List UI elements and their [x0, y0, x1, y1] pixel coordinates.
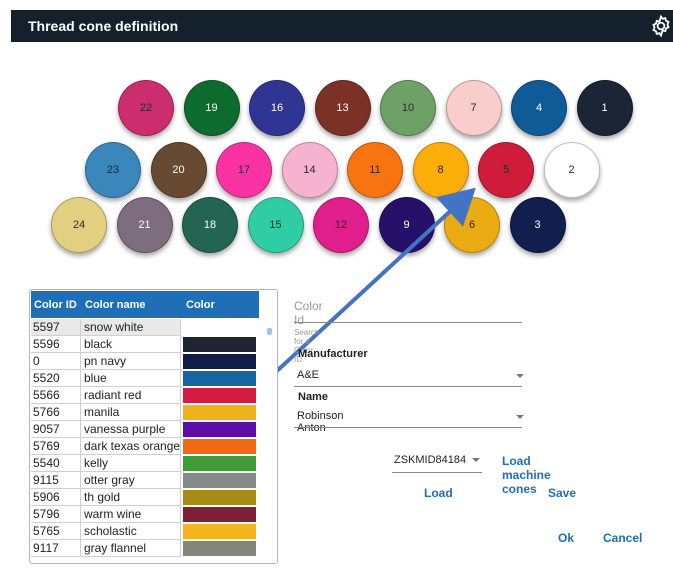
table-row[interactable]: 5566 radiant red: [31, 387, 259, 404]
cell-color-id: 0: [31, 353, 81, 370]
table-row[interactable]: 5769 dark texas orange: [31, 438, 259, 455]
manufacturer-underline: [294, 386, 522, 387]
cell-color-swatch: [183, 541, 256, 556]
manufacturer-label: Manufacturer: [298, 348, 368, 360]
cell-color-name: pn navy: [81, 353, 181, 370]
cell-color-id: 9115: [31, 472, 81, 489]
arrow-line: [251, 187, 476, 395]
name-chevron-down-icon[interactable]: [516, 415, 524, 419]
cell-color-swatch: [183, 354, 256, 369]
cell-color-swatch: [183, 507, 256, 522]
table-row[interactable]: 5766 manila: [31, 404, 259, 421]
cell-color-name: blue: [81, 370, 181, 387]
cell-color-id: 5766: [31, 404, 81, 421]
cell-color-id: 9117: [31, 540, 81, 557]
header-color-name[interactable]: Color name: [85, 299, 146, 311]
header-color-id[interactable]: Color ID: [34, 299, 77, 311]
cell-color-id: 5540: [31, 455, 81, 472]
machine-underline: [392, 472, 482, 473]
cell-color-id: 5597: [31, 319, 81, 336]
cell-color-id: 5906: [31, 489, 81, 506]
cell-color-name: vanessa purple: [81, 421, 181, 438]
cell-color-id: 5596: [31, 336, 81, 353]
table-row[interactable]: 5796 warm wine: [31, 506, 259, 523]
table-header: Color ID Color name Color: [31, 291, 259, 318]
table-row[interactable]: 5540 kelly: [31, 455, 259, 472]
color-table: Color ID Color name Color 5597 snow white…: [29, 289, 278, 564]
cell-color-name: radiant red: [81, 387, 181, 404]
manufacturer-chevron-down-icon[interactable]: [516, 374, 524, 378]
cell-color-name: snow white: [81, 319, 181, 336]
cell-color-name: black: [81, 336, 181, 353]
cell-color-swatch: [183, 337, 256, 352]
scrollbar-thumb[interactable]: [267, 328, 272, 335]
table-row[interactable]: 5596 black: [31, 336, 259, 353]
name-select[interactable]: Robinson Anton: [297, 410, 343, 434]
header-color[interactable]: Color: [186, 299, 215, 311]
cell-color-swatch: [183, 388, 256, 403]
cell-color-id: 5566: [31, 387, 81, 404]
name-label: Name: [298, 391, 328, 403]
cell-color-id: 5520: [31, 370, 81, 387]
cell-color-swatch: [183, 490, 256, 505]
cell-color-id: 9057: [31, 421, 81, 438]
name-underline: [294, 427, 522, 428]
cell-color-swatch: [183, 371, 256, 386]
table-row[interactable]: 5597 snow white: [31, 319, 259, 336]
manufacturer-select[interactable]: A&E: [297, 369, 319, 381]
cell-color-name: dark texas orange: [81, 438, 181, 455]
cell-color-swatch: [183, 439, 256, 454]
cell-color-name: gray flannel: [81, 540, 181, 557]
cell-color-name: manila: [81, 404, 181, 421]
cell-color-swatch: [183, 456, 256, 471]
cell-color-swatch: [183, 320, 256, 335]
machine-select[interactable]: ZSKMID84184: [394, 454, 466, 466]
cell-color-id: 5769: [31, 438, 81, 455]
load-machine-cones-button[interactable]: Load machine cones: [502, 454, 551, 496]
cell-color-id: 5765: [31, 523, 81, 540]
color-id-underline: [294, 322, 522, 323]
cell-color-swatch: [183, 473, 256, 488]
cell-color-name: otter gray: [81, 472, 181, 489]
table-row[interactable]: 5520 blue: [31, 370, 259, 387]
cancel-button[interactable]: Cancel: [603, 531, 642, 545]
cell-color-name: th gold: [81, 489, 181, 506]
machine-chevron-down-icon[interactable]: [472, 458, 480, 462]
cell-color-swatch: [183, 524, 256, 539]
cell-color-swatch: [183, 422, 256, 437]
cell-color-swatch: [183, 405, 256, 420]
save-button[interactable]: Save: [548, 486, 576, 500]
cell-color-name: scholastic: [81, 523, 181, 540]
load-button[interactable]: Load: [424, 486, 453, 500]
table-row[interactable]: 5906th gold: [31, 489, 259, 506]
cell-color-id: 5796: [31, 506, 81, 523]
table-row[interactable]: 9115 otter gray: [31, 472, 259, 489]
table-row[interactable]: 9117 gray flannel: [31, 540, 259, 557]
table-row[interactable]: 9057 vanessa purple: [31, 421, 259, 438]
ok-button[interactable]: Ok: [558, 531, 574, 545]
table-row[interactable]: 0 pn navy: [31, 353, 259, 370]
cell-color-name: kelly: [81, 455, 181, 472]
table-row[interactable]: 5765 scholastic: [31, 523, 259, 540]
cell-color-name: warm wine: [81, 506, 181, 523]
